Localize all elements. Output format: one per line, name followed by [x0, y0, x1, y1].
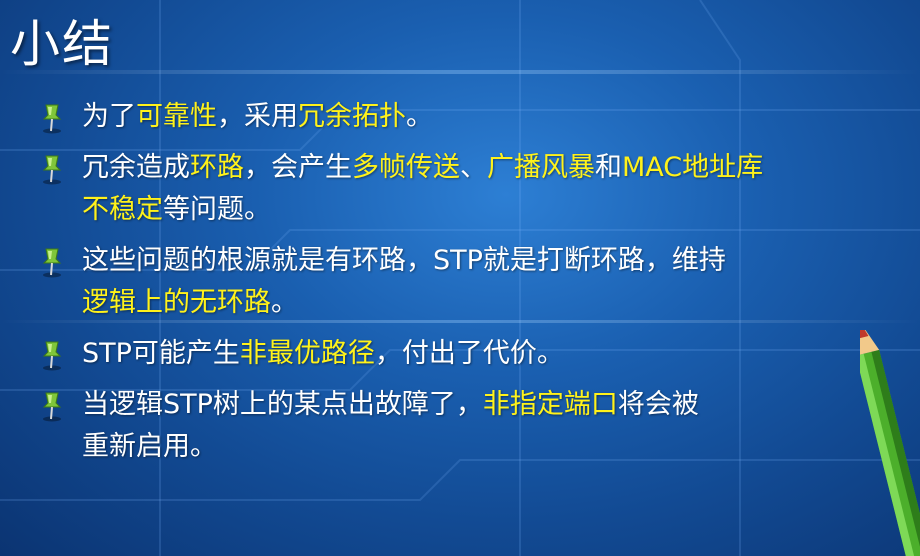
highlighted-text: 非最优路径 [239, 338, 375, 369]
pushpin-icon [38, 152, 72, 186]
bullet-text: 等问题。 [163, 194, 271, 225]
highlighted-text: 逻辑上的无环路 [82, 287, 271, 318]
bullet-line: 不稳定等问题。 [82, 189, 898, 231]
bullet-line: 逻辑上的无环路。 [82, 282, 898, 324]
slide: 小结 为了可靠性，采用冗余拓扑。 冗余造成环路，会产生多帧传送、广播风暴和MAC地… [0, 0, 920, 556]
pencil-icon [860, 330, 920, 556]
bullet-line: 重新启用。 [82, 426, 898, 468]
bullet-text: 。 [271, 287, 298, 318]
bullet-list: 为了可靠性，采用冗余拓扑。 冗余造成环路，会产生多帧传送、广播风暴和MAC地址库不… [38, 96, 898, 468]
bullet-item: STP可能产生非最优路径，付出了代价。 [38, 333, 898, 375]
bullet-line: STP可能产生非最优路径，付出了代价。 [82, 333, 898, 375]
highlighted-text: 可靠性 [136, 101, 217, 132]
slide-title: 小结 [10, 15, 114, 73]
bullet-text: 和 [595, 152, 622, 183]
bullet-line: 当逻辑STP树上的某点出故障了，非指定端口将会被 [82, 384, 898, 426]
bullet-text: 。 [406, 101, 433, 132]
bullet-text: 为了 [82, 101, 136, 132]
bullet-item: 冗余造成环路，会产生多帧传送、广播风暴和MAC地址库 不稳定等问题。 [38, 147, 898, 231]
highlighted-text: 不稳定 [82, 194, 163, 225]
highlighted-text: MAC地址库 [622, 152, 764, 183]
pushpin-icon [38, 101, 72, 135]
highlighted-text: 广播风暴 [487, 152, 595, 183]
highlighted-text: 冗余拓扑 [298, 101, 406, 132]
bullet-text: 这些问题的根源就是有环路，STP就是打断环路，维持 [82, 245, 726, 276]
bullet-text: ，采用 [217, 101, 298, 132]
highlighted-text: 环路 [190, 152, 244, 183]
bullet-text: 冗余造成 [82, 152, 190, 183]
pushpin-icon [38, 338, 72, 372]
bullet-item: 这些问题的根源就是有环路，STP就是打断环路，维持 逻辑上的无环路。 [38, 240, 898, 324]
highlighted-text: 多帧传送 [352, 152, 460, 183]
bullet-text: STP可能产生 [82, 338, 240, 369]
bullet-text: 重新启用。 [82, 431, 217, 462]
bullet-text: 将会被 [617, 389, 699, 420]
bullet-text: ，付出了代价。 [374, 338, 564, 369]
bullet-line: 为了可靠性，采用冗余拓扑。 [82, 96, 898, 138]
pushpin-icon [38, 245, 72, 279]
highlighted-text: 非指定端口 [482, 389, 618, 420]
bullet-item: 当逻辑STP树上的某点出故障了，非指定端口将会被重新启用。 [38, 384, 898, 468]
pushpin-icon [38, 389, 72, 423]
bullet-line: 冗余造成环路，会产生多帧传送、广播风暴和MAC地址库 [82, 147, 898, 189]
bullet-text: 当逻辑STP树上的某点出故障了， [82, 389, 483, 420]
bullet-text: ，会产生 [244, 152, 352, 183]
bullet-line: 这些问题的根源就是有环路，STP就是打断环路，维持 [82, 240, 898, 282]
bullet-item: 为了可靠性，采用冗余拓扑。 [38, 96, 898, 138]
bullet-text: 、 [460, 152, 487, 183]
